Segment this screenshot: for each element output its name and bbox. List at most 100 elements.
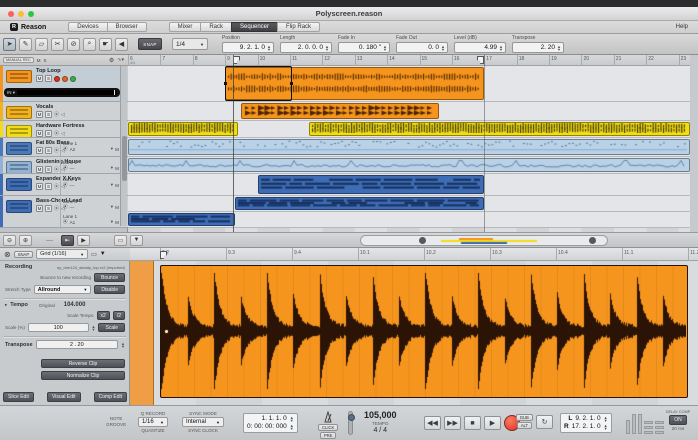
- clip-handle[interactable]: [164, 329, 169, 334]
- eraser-tool[interactable]: ▱: [35, 38, 48, 51]
- take-rec-icon[interactable]: ⦿: [63, 146, 68, 152]
- track-row-vocals[interactable]: VocalsMS⦿◁: [0, 102, 128, 121]
- hand-tool[interactable]: ☛: [99, 38, 112, 51]
- pre-button[interactable]: PRE: [320, 432, 337, 439]
- lane-cell[interactable]: Lane 1⦿—▾MX: [60, 176, 126, 196]
- field-value[interactable]: 0. 0▲▼: [396, 42, 448, 53]
- field-value[interactable]: 2. 0. 0. 0▲▼: [280, 42, 332, 53]
- pointer-tool[interactable]: ➤: [3, 38, 16, 51]
- field-value[interactable]: 0. 180 "▲▼: [338, 42, 390, 53]
- lane-cell[interactable]: Lane 1⦿A2▾MX: [60, 140, 126, 157]
- take-rec-icon[interactable]: ⦿: [63, 204, 68, 210]
- clip-dblue-notes[interactable]: [235, 197, 484, 210]
- field-stepper[interactable]: ▲▼: [441, 45, 445, 51]
- stop-button[interactable]: ■: [464, 416, 481, 430]
- track-row-glistening-house[interactable]: Glistening HouseMS⦿◁Lane 1⦿—▾MX: [0, 157, 128, 174]
- track-row-hardware-fortress[interactable]: Hardware FortressMS⦿◁: [0, 121, 128, 138]
- grid-size-select[interactable]: 1/4▼: [172, 38, 208, 50]
- field-stepper[interactable]: ▲▼: [325, 45, 329, 51]
- speaker-icon[interactable]: ◁: [61, 112, 65, 118]
- scale-stepper[interactable]: ▲▼: [92, 325, 96, 331]
- clip-lblue-dots[interactable]: [128, 139, 690, 155]
- lane-cell[interactable]: Lane 1⦿—▾MX: [60, 159, 126, 174]
- audio-clip-editor[interactable]: [160, 265, 688, 398]
- lane-cell[interactable]: Lane 1⦿A1▾MX: [60, 213, 126, 228]
- loop-view-icon[interactable]: ▭: [114, 235, 127, 246]
- mute-tool[interactable]: ⊘: [67, 38, 80, 51]
- normalize-clip-button[interactable]: Normalize Clip: [41, 371, 125, 380]
- audio-input-meter[interactable]: IN ▾: [4, 88, 120, 97]
- edit-playhead-flag[interactable]: [160, 251, 167, 259]
- click-level-slider[interactable]: [348, 411, 353, 435]
- lane-mute[interactable]: M: [115, 220, 119, 225]
- input-monitor-icon[interactable]: [62, 76, 68, 82]
- lane-cell[interactable]: Lane 3⦿—▾MX: [60, 198, 126, 213]
- scale-x2-button[interactable]: x2: [97, 311, 110, 320]
- rec-icon[interactable]: ⦿: [54, 147, 59, 154]
- clip-orange-tri[interactable]: [241, 103, 439, 119]
- dub-button[interactable]: DUB: [516, 414, 533, 421]
- menubar-button-rack[interactable]: Rack: [200, 22, 231, 32]
- take-rec-icon[interactable]: ⦿: [63, 165, 68, 171]
- lane-mute[interactable]: M: [115, 183, 119, 188]
- menubar-button-sequencer[interactable]: Sequencer: [231, 22, 277, 32]
- loop-locators[interactable]: L9. 2. 1. 0▲▼R17. 2. 1. 0▲▼: [560, 413, 612, 433]
- pencil-tool[interactable]: ✎: [19, 38, 32, 51]
- track-row-bass-chord-lead[interactable]: Bass-Chord-LeadMS⦿◁Lane 3⦿—▾MXLane 1⦿A1▾…: [0, 196, 128, 228]
- selected-clip-outline[interactable]: [225, 66, 291, 101]
- menubar-button-mixer[interactable]: Mixer: [169, 22, 201, 32]
- track-row-expander-x-keys[interactable]: Expander X KeysMS⦿◁Lane 1⦿—▾MX: [0, 174, 128, 196]
- mute-button[interactable]: M: [36, 166, 43, 173]
- time-signature[interactable]: 4 / 4: [373, 427, 387, 434]
- field-stepper[interactable]: ▲▼: [557, 45, 561, 51]
- rec-icon[interactable]: ⦿: [54, 111, 59, 118]
- clip-dblue-notes[interactable]: [258, 175, 485, 194]
- solo-button[interactable]: S: [45, 166, 52, 173]
- scale-half-button[interactable]: /2: [113, 311, 125, 320]
- scale-apply-button[interactable]: Scale: [98, 323, 125, 332]
- field-stepper[interactable]: ▲▼: [499, 45, 503, 51]
- race-to-playhead-button[interactable]: ▶: [77, 235, 90, 246]
- arrangement-area[interactable]: 678910111213141516171819202122234/4: [128, 55, 690, 232]
- slice-edit-button[interactable]: Slice Edit: [3, 392, 34, 402]
- menubar-button-browser[interactable]: Browser: [107, 22, 147, 32]
- solo-button[interactable]: S: [45, 111, 52, 118]
- rec-icon[interactable]: ⦿: [54, 130, 59, 137]
- delay-comp-on-button[interactable]: ON: [669, 415, 687, 425]
- rewind-button[interactable]: ◀◀: [424, 416, 441, 430]
- disable-stretch-button[interactable]: Disable: [94, 285, 125, 294]
- rec-icon[interactable]: ⦿: [54, 205, 59, 212]
- edit-snap-toggle[interactable]: SNAP: [14, 251, 33, 258]
- clip-fade-handle[interactable]: [224, 82, 227, 85]
- lane-mute[interactable]: M: [115, 147, 119, 152]
- zoom-window-button[interactable]: [28, 11, 34, 17]
- alt-button[interactable]: ALT: [517, 422, 532, 429]
- field-value[interactable]: 9. 2. 1. 0▲▼: [222, 42, 274, 53]
- take-rec-icon[interactable]: ⦿: [63, 182, 68, 188]
- zoom-handle-right[interactable]: [589, 237, 596, 244]
- solo-button[interactable]: S: [45, 130, 52, 137]
- rec-icon[interactable]: ⦿: [54, 183, 59, 190]
- magnify-tool[interactable]: ⌕: [83, 38, 96, 51]
- monitor-on-icon[interactable]: [70, 76, 76, 82]
- clip-yellow-ticks[interactable]: [309, 122, 690, 136]
- tracklist-scroll-thumb[interactable]: [122, 136, 127, 181]
- clip-fade-handle[interactable]: [290, 82, 293, 85]
- visual-edit-button[interactable]: Visual Edit: [47, 392, 81, 402]
- gear-icon[interactable]: ⚙: [109, 57, 114, 64]
- fast-forward-button[interactable]: ▶▶: [444, 416, 461, 430]
- razor-tool[interactable]: ✂: [51, 38, 64, 51]
- transpose-stepper[interactable]: ▲▼: [121, 342, 125, 348]
- quantize-select[interactable]: 1/16▼: [138, 417, 168, 427]
- play-button[interactable]: ▶: [484, 416, 501, 430]
- zoom-out-icon[interactable]: ⊖: [3, 235, 16, 246]
- solo-button[interactable]: S: [45, 205, 52, 212]
- menubar-button-devices[interactable]: Devices: [68, 22, 106, 32]
- marker-icon[interactable]: ▼: [130, 235, 143, 246]
- edit-ruler[interactable]: 9.29.39.410.110.210.310.411.111.2: [130, 248, 698, 261]
- song-position-line[interactable]: [233, 55, 234, 232]
- scale-percent-field[interactable]: 100: [28, 323, 89, 332]
- reverse-clip-button[interactable]: Reverse Clip: [41, 359, 125, 368]
- field-stepper[interactable]: ▲▼: [267, 45, 271, 51]
- follow-song-button[interactable]: ⇤: [61, 235, 74, 246]
